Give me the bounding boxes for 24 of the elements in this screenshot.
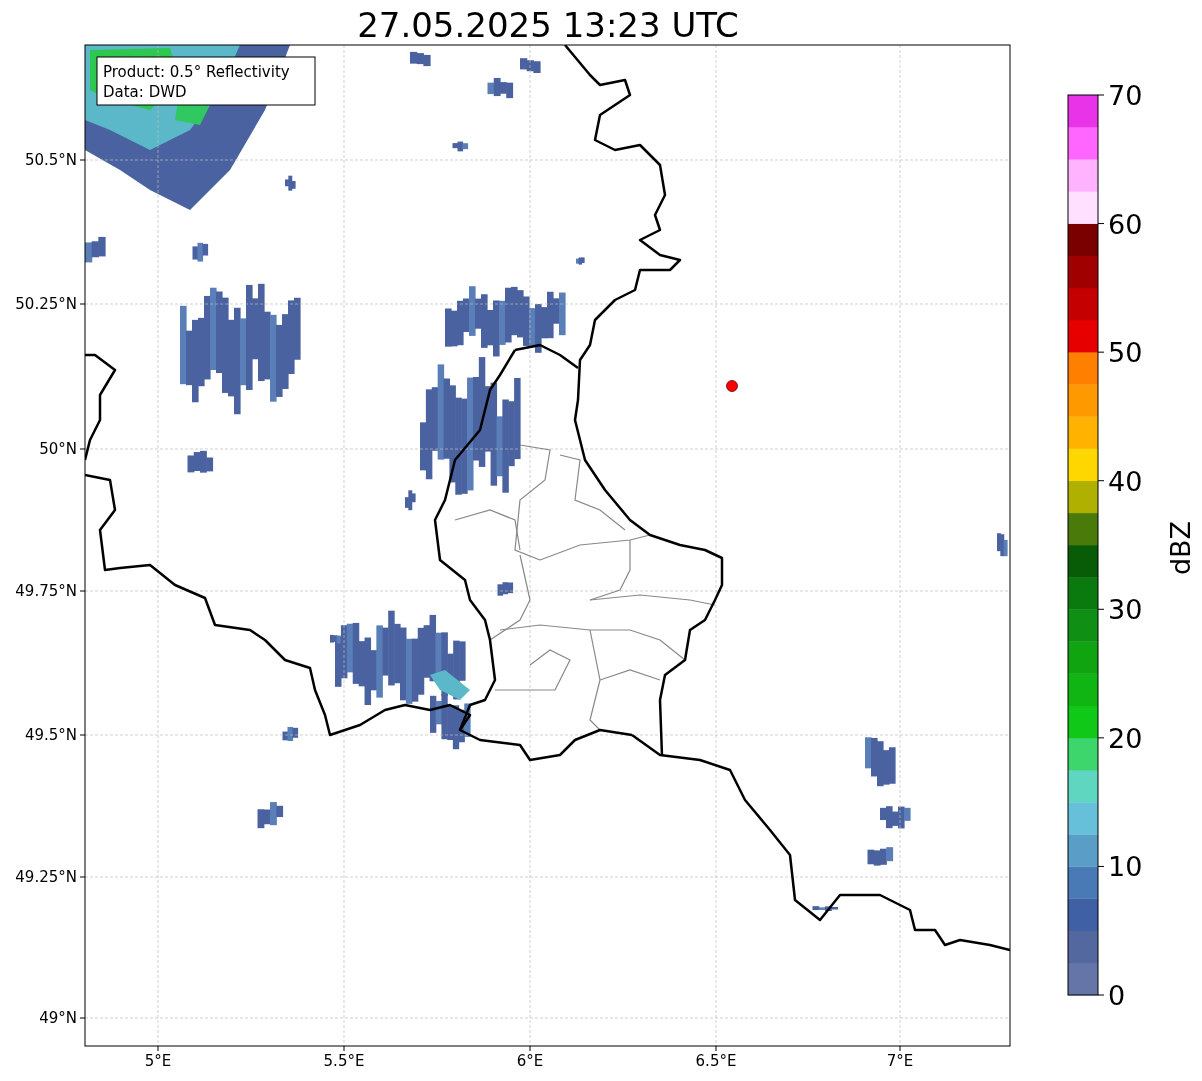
legend-text: Data: DWD	[103, 83, 187, 101]
tick-label: 49°N	[39, 1009, 77, 1027]
tick-label: 50°N	[39, 440, 77, 458]
tick-label: 49.5°N	[24, 726, 77, 744]
colorbar-tick-label: 40	[1108, 465, 1143, 497]
tick-label: 5°E	[144, 1052, 172, 1070]
colorbar-tick-label: 20	[1108, 722, 1143, 754]
tick-label: 50.25°N	[15, 295, 77, 313]
tick-label: 49.75°N	[15, 582, 77, 600]
tick-label: 7°E	[886, 1052, 914, 1070]
colorbar-tick-label: 60	[1108, 208, 1143, 240]
tick-label: 5.5°E	[323, 1052, 365, 1070]
tick-label: 49.25°N	[15, 868, 77, 886]
colorbar-tick-label: 30	[1108, 594, 1143, 626]
tick-label: 50.5°N	[24, 151, 77, 169]
colorbar-tick-label: 70	[1108, 80, 1143, 111]
tick-label: 6°E	[516, 1052, 544, 1070]
colorbar-tick-label: 0	[1108, 980, 1126, 1011]
colorbar-label: dBZ	[1165, 520, 1196, 576]
chart-title: 27.05.2025 13:23 UTC	[357, 5, 739, 45]
colorbar-tick-label: 10	[1108, 851, 1143, 883]
tick-label: 6.5°E	[695, 1052, 737, 1070]
colorbar-tick-label: 50	[1108, 337, 1143, 369]
legend-text: Product: 0.5° Reflectivity	[103, 63, 290, 81]
